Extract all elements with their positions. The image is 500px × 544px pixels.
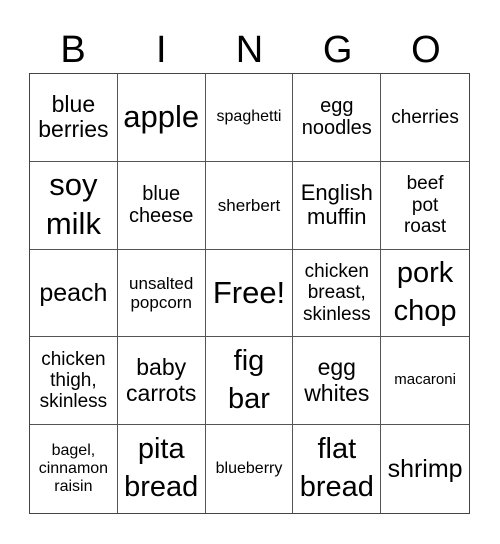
bingo-cell[interactable]: egg whites xyxy=(293,337,382,426)
bingo-cell[interactable]: apple xyxy=(117,74,206,162)
header-letter-n: N xyxy=(235,29,264,71)
header-letter-g: G xyxy=(322,29,353,71)
bingo-cell[interactable]: chicken thigh, skinless xyxy=(30,337,118,426)
header-letter-b: B xyxy=(60,29,86,71)
header-letter-i: I xyxy=(156,29,167,71)
bingo-cell[interactable]: pork chop xyxy=(381,250,469,338)
bingo-cell[interactable]: pita bread xyxy=(118,425,206,513)
bingo-cell[interactable]: chicken breast, skinless xyxy=(293,249,382,338)
bingo-cell[interactable]: unsalted popcorn xyxy=(117,249,206,338)
bingo-cell[interactable]: peach xyxy=(30,249,118,338)
bingo-cell[interactable]: cherries xyxy=(381,74,469,162)
bingo-grid: blue berries apple spaghetti egg noodles… xyxy=(29,73,470,514)
bingo-cell[interactable]: blueberry xyxy=(206,425,294,513)
header-letter-o: O xyxy=(411,29,441,71)
bingo-header: B I N G O xyxy=(29,28,470,72)
bingo-cell[interactable]: egg noodles xyxy=(293,74,382,162)
bingo-cell[interactable]: flat bread xyxy=(293,425,382,513)
bingo-cell[interactable]: fig bar xyxy=(205,337,294,426)
bingo-cell[interactable]: macaroni xyxy=(381,337,469,426)
bingo-cell[interactable]: blue berries xyxy=(30,74,118,162)
bingo-cell[interactable]: spaghetti xyxy=(205,74,294,162)
bingo-cell[interactable]: blue cheese xyxy=(117,161,206,250)
bingo-cell[interactable]: sherbert xyxy=(205,161,294,250)
bingo-cell[interactable]: baby carrots xyxy=(117,337,206,426)
bingo-cell[interactable]: beef pot roast xyxy=(381,162,469,250)
bingo-cell[interactable]: English muffin xyxy=(293,161,382,250)
bingo-cell[interactable]: bagel, cinnamon raisin xyxy=(30,425,118,513)
bingo-free-cell[interactable]: Free! xyxy=(205,249,294,338)
bingo-cell[interactable]: shrimp xyxy=(381,425,469,513)
bingo-cell[interactable]: soy milk xyxy=(30,161,118,250)
